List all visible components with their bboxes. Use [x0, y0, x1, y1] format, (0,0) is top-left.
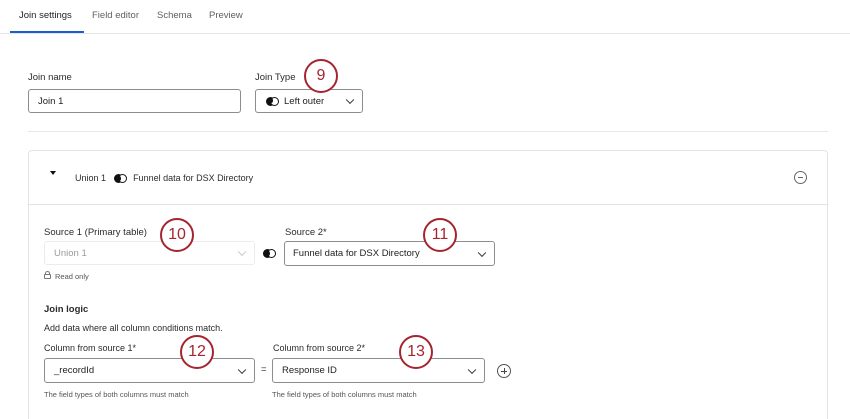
caret-down-icon[interactable] [50, 171, 56, 175]
tab-schema[interactable]: Schema [157, 10, 192, 21]
equals-sign: = [261, 364, 267, 375]
add-circle-icon[interactable] [497, 364, 511, 378]
source1-label: Source 1 (Primary table) [44, 227, 147, 238]
join-left-outer-icon [263, 249, 276, 258]
chevron-down-icon [237, 247, 247, 257]
panel-target-name: Funnel data for DSX Directory [133, 173, 254, 183]
join-name-value: Join 1 [38, 95, 64, 107]
column1-label: Column from source 1* [44, 343, 137, 353]
panel-source-name: Union 1 [75, 173, 107, 183]
column1-value: _recordId [54, 365, 95, 376]
join-type-value: Left outer [284, 95, 325, 107]
column2-value: Response ID [282, 365, 337, 376]
join-logic-description: Add data where all column conditions mat… [44, 323, 223, 333]
section-divider [28, 131, 828, 132]
join-panel-header: Union 1 Funnel data for DSX Directory [29, 151, 827, 205]
tab-field-editor[interactable]: Field editor [92, 10, 139, 21]
source2-label: Source 2* [285, 227, 327, 238]
column2-hint: The field types of both columns must mat… [272, 390, 417, 399]
column1-hint: The field types of both columns must mat… [44, 390, 189, 399]
column2-label: Column from source 2* [273, 343, 366, 353]
tab-join-settings[interactable]: Join settings [19, 10, 72, 21]
column2-select[interactable]: Response ID [272, 358, 485, 383]
tab-bar: Join settings Field editor Schema Previe… [0, 0, 850, 34]
read-only-note: Read only [55, 272, 89, 281]
source2-value: Funnel data for DSX Directory [293, 248, 420, 259]
callout-10: 10 [160, 218, 194, 252]
lock-icon [44, 271, 51, 279]
chevron-down-icon [345, 95, 355, 105]
remove-circle-icon[interactable] [794, 171, 807, 184]
join-left-outer-icon [113, 174, 127, 184]
callout-13: 13 [399, 335, 433, 369]
source2-select[interactable]: Funnel data for DSX Directory [284, 241, 495, 266]
callout-9: 9 [304, 59, 338, 93]
join-name-label: Join name [28, 72, 72, 83]
join-left-outer-icon [266, 96, 279, 106]
join-name-input[interactable]: Join 1 [28, 89, 241, 113]
callout-12: 12 [180, 335, 214, 369]
join-type-select[interactable]: Left outer [255, 89, 363, 113]
tab-preview[interactable]: Preview [209, 10, 243, 21]
chevron-down-icon [477, 248, 487, 257]
source1-value: Union 1 [54, 247, 87, 259]
chevron-down-icon [467, 365, 477, 374]
column1-select[interactable]: _recordId [44, 358, 255, 383]
join-type-label: Join Type [255, 72, 296, 83]
source1-select: Union 1 [44, 241, 255, 265]
panel-header-summary: Union 1 Funnel data for DSX Directory [75, 173, 254, 184]
chevron-down-icon [237, 365, 247, 374]
active-tab-indicator [10, 31, 84, 33]
join-logic-title: Join logic [44, 304, 89, 315]
callout-11: 11 [423, 218, 457, 252]
